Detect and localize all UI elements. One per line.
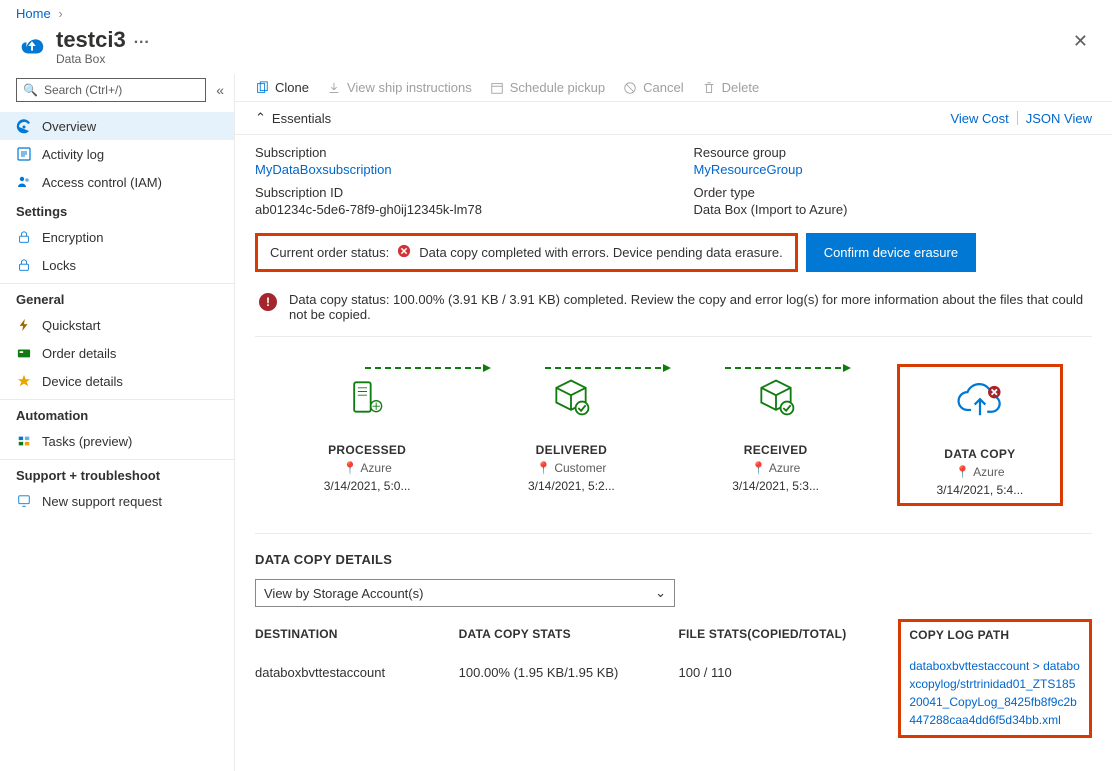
cancel-button: Cancel xyxy=(623,80,683,95)
search-icon: 🔍 xyxy=(23,83,38,97)
data-copy-details: DATA COPY DETAILS View by Storage Accoun… xyxy=(255,533,1092,738)
nav-access-control[interactable]: Access control (IAM) xyxy=(0,168,234,196)
timeline-datacopy: DATA COPY 📍Azure 3/14/2021, 5:4... xyxy=(900,367,1060,503)
view-ship-button: View ship instructions xyxy=(327,80,472,95)
confirm-erasure-button[interactable]: Confirm device erasure xyxy=(806,233,976,272)
pin-icon: 📍 xyxy=(751,461,766,475)
status-box: Current order status: Data copy complete… xyxy=(255,233,798,272)
alert-row: ! Data copy status: 100.00% (3.91 KB / 3… xyxy=(255,282,1092,337)
lock-icon xyxy=(16,257,32,273)
nav-section-support: Support + troubleshoot xyxy=(0,459,234,487)
error-icon xyxy=(397,244,411,261)
nav-section-settings: Settings xyxy=(0,196,234,223)
subscription-id-value: ab01234c-5de6-78f9-gh0ij12345k-lm78 xyxy=(255,202,654,217)
nav-quickstart[interactable]: Quickstart xyxy=(0,311,234,339)
essentials-grid: Subscription MyDataBoxsubscription Subscr… xyxy=(235,135,1112,223)
timeline-delivered: DELIVERED 📍Customer 3/14/2021, 5:2... xyxy=(491,367,651,493)
sidebar: 🔍 Search (Ctrl+/) « Overview Activity lo… xyxy=(0,74,235,771)
clone-button[interactable]: Clone xyxy=(255,80,309,95)
breadcrumb-home[interactable]: Home xyxy=(16,6,51,21)
resource-group-label: Resource group xyxy=(694,145,1093,160)
order-type-label: Order type xyxy=(694,185,1093,200)
cancel-icon xyxy=(623,81,637,95)
details-title: DATA COPY DETAILS xyxy=(255,552,1092,567)
view-cost-link[interactable]: View Cost xyxy=(950,111,1008,126)
cloud-upload-error-icon xyxy=(955,371,1005,431)
col-files: FILE STATS(COPIED/TOTAL) xyxy=(678,627,888,659)
delete-icon xyxy=(702,81,716,95)
alert-text: Data copy status: 100.00% (3.91 KB / 3.9… xyxy=(289,292,1088,322)
alert-icon: ! xyxy=(259,293,277,311)
page-title: testci3 xyxy=(56,27,126,52)
cell-destination: databoxbvttestaccount xyxy=(255,659,449,738)
search-input[interactable]: 🔍 Search (Ctrl+/) xyxy=(16,78,206,102)
pin-icon: 📍 xyxy=(536,461,551,475)
box-check-icon xyxy=(754,367,798,427)
nav-device-details[interactable]: Device details xyxy=(0,367,234,395)
pin-icon: 📍 xyxy=(342,461,357,475)
device-icon xyxy=(16,373,32,389)
resource-group-link[interactable]: MyResourceGroup xyxy=(694,162,1093,177)
access-control-icon xyxy=(16,174,32,190)
clone-icon xyxy=(255,81,269,95)
chevron-right-icon: › xyxy=(58,6,62,21)
essentials-header[interactable]: ⌃ Essentials View Cost JSON View xyxy=(235,102,1112,135)
status-label: Current order status: xyxy=(270,245,389,260)
databox-icon xyxy=(16,29,48,61)
support-icon xyxy=(16,493,32,509)
schedule-pickup-button: Schedule pickup xyxy=(490,80,605,95)
lock-icon xyxy=(16,229,32,245)
page-subtitle: Data Box xyxy=(56,52,150,66)
tasks-icon xyxy=(16,433,32,449)
box-check-icon xyxy=(549,367,593,427)
more-menu[interactable]: ··· xyxy=(134,34,150,51)
status-text: Data copy completed with errors. Device … xyxy=(419,245,782,260)
order-type-value: Data Box (Import to Azure) xyxy=(694,202,1093,217)
pin-icon: 📍 xyxy=(955,465,970,479)
timeline-processed: PROCESSED 📍Azure 3/14/2021, 5:0... xyxy=(287,367,447,493)
datacenter-icon xyxy=(345,367,389,427)
nav-encryption[interactable]: Encryption xyxy=(0,223,234,251)
quickstart-icon xyxy=(16,317,32,333)
timeline-received: RECEIVED 📍Azure 3/14/2021, 5:3... xyxy=(696,367,856,493)
status-row: Current order status: Data copy complete… xyxy=(255,233,1092,272)
main-content: Clone View ship instructions Schedule pi… xyxy=(235,74,1112,771)
activity-log-icon xyxy=(16,146,32,162)
view-by-dropdown[interactable]: View by Storage Account(s) ⌄ xyxy=(255,579,675,607)
subscription-label: Subscription xyxy=(255,145,654,160)
overview-icon xyxy=(16,118,32,134)
nav-support-request[interactable]: New support request xyxy=(0,487,234,515)
page-header: testci3 ··· Data Box ✕ xyxy=(0,23,1112,74)
cell-stats: 100.00% (1.95 KB/1.95 KB) xyxy=(459,659,669,738)
chevron-up-icon: ⌃ xyxy=(255,110,266,126)
breadcrumb: Home › xyxy=(0,0,1112,23)
json-view-link[interactable]: JSON View xyxy=(1026,111,1092,126)
download-icon xyxy=(327,81,341,95)
nav-section-automation: Automation xyxy=(0,399,234,427)
cell-files: 100 / 110 xyxy=(678,659,888,738)
col-stats: DATA COPY STATS xyxy=(459,627,669,659)
timeline: PROCESSED 📍Azure 3/14/2021, 5:0... DELIV… xyxy=(235,337,1112,513)
cell-log: databoxbvttestaccount > databoxcopylog/s… xyxy=(898,651,1092,738)
chevron-down-icon: ⌄ xyxy=(655,585,666,601)
col-destination: DESTINATION xyxy=(255,627,449,659)
nav-section-general: General xyxy=(0,283,234,311)
close-button[interactable]: ✕ xyxy=(1065,27,1096,56)
nav-order-details[interactable]: Order details xyxy=(0,339,234,367)
toolbar: Clone View ship instructions Schedule pi… xyxy=(235,74,1112,102)
nav-tasks[interactable]: Tasks (preview) xyxy=(0,427,234,455)
subscription-id-label: Subscription ID xyxy=(255,185,654,200)
calendar-icon xyxy=(490,81,504,95)
subscription-link[interactable]: MyDataBoxsubscription xyxy=(255,162,654,177)
collapse-sidebar-button[interactable]: « xyxy=(216,82,224,98)
copy-log-link[interactable]: databoxbvttestaccount > databoxcopylog/s… xyxy=(909,659,1079,727)
delete-button: Delete xyxy=(702,80,760,95)
nav-locks[interactable]: Locks xyxy=(0,251,234,279)
order-icon xyxy=(16,345,32,361)
nav-overview[interactable]: Overview xyxy=(0,112,234,140)
nav-activity-log[interactable]: Activity log xyxy=(0,140,234,168)
